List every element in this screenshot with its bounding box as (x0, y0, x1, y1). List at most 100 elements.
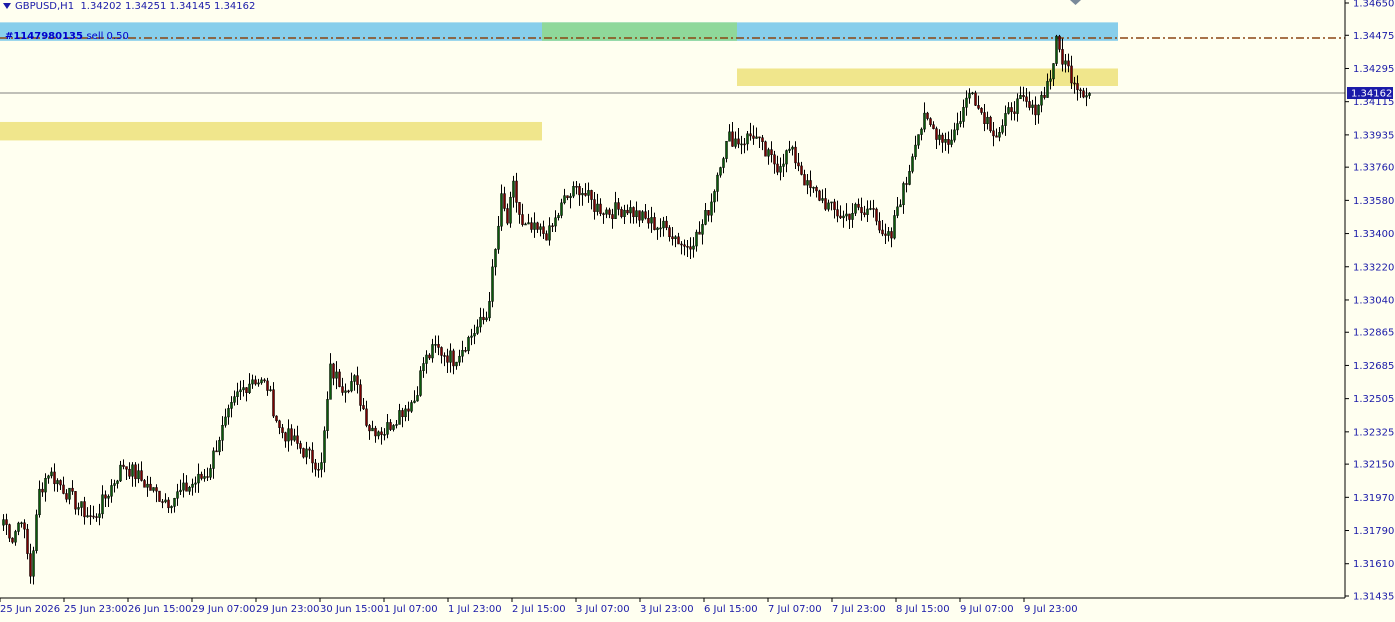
candle-body (647, 218, 650, 224)
candle-body (365, 408, 368, 426)
candle-body (674, 236, 677, 240)
x-tick-label: 30 Jun 15:00 (320, 604, 384, 615)
candle-body (725, 140, 728, 159)
candle-body (95, 516, 98, 518)
zone-yellow[interactable] (737, 68, 1118, 87)
order-label[interactable]: #1147980135 sell 0.50 (5, 31, 129, 42)
candle-body (233, 396, 236, 403)
candle-body (293, 435, 296, 441)
candle-body (74, 491, 77, 510)
candle-body (29, 553, 32, 577)
candle-body (359, 384, 362, 406)
candle-body (269, 389, 272, 391)
order-type: sell 0.50 (86, 31, 129, 42)
x-tick-label: 1 Jul 07:00 (384, 604, 438, 615)
candle-body (302, 448, 305, 458)
candle-body (551, 225, 554, 227)
price-chart[interactable]: 1.346501.344751.342951.341151.339351.337… (0, 0, 1395, 622)
candle-body (38, 488, 41, 516)
candle-body (251, 379, 254, 385)
candle-body (128, 468, 131, 477)
candle-body (404, 408, 407, 418)
candle-body (113, 483, 116, 486)
candle-body (842, 215, 845, 219)
candle-body (428, 354, 431, 359)
candle-body (266, 380, 269, 391)
chart-shift-marker-icon[interactable] (1070, 0, 1081, 5)
candle-body (371, 427, 374, 432)
candle-body (863, 212, 866, 215)
candle-body (965, 97, 968, 108)
candle-body (989, 116, 992, 132)
candle-body (1031, 104, 1034, 108)
candle-body (1076, 83, 1079, 91)
candle-body (917, 134, 920, 146)
candle-body (227, 408, 230, 418)
candle-body (683, 244, 686, 247)
dropdown-triangle-icon[interactable] (3, 3, 11, 9)
candle-body (779, 166, 782, 173)
candle-body (137, 470, 140, 480)
candle-body (455, 361, 458, 367)
zone-yellow[interactable] (0, 121, 542, 141)
candle-body (89, 515, 92, 517)
candle-body (602, 213, 605, 215)
candle-body (830, 201, 833, 204)
candle-body (803, 174, 806, 186)
y-tick-label: 1.31970 (1353, 493, 1394, 504)
candle-body (929, 118, 932, 125)
candle-body (1079, 89, 1082, 92)
candle-body (62, 484, 65, 494)
candle-body (41, 488, 44, 493)
y-tick-label: 1.32505 (1353, 394, 1394, 405)
candle-body (185, 482, 188, 492)
candle-body (599, 203, 602, 214)
candle-body (134, 464, 137, 480)
candle-body (143, 480, 146, 488)
candle-body (1034, 104, 1037, 116)
candle-body (626, 209, 629, 214)
y-tick-label: 1.33935 (1353, 130, 1394, 141)
candle-body (518, 202, 521, 215)
candle-body (746, 133, 749, 145)
candle-body (194, 482, 197, 485)
candle-body (548, 225, 551, 241)
candle-body (329, 363, 332, 400)
candle-body (296, 435, 299, 444)
candle-body (737, 138, 740, 145)
candle-body (35, 514, 38, 551)
candle-body (1028, 101, 1031, 108)
candle-body (617, 202, 620, 210)
x-tick-label: 29 Jun 23:00 (256, 604, 320, 615)
candle-body (896, 206, 899, 216)
candle-body (938, 134, 941, 140)
candle-body (341, 386, 344, 393)
candle-body (413, 400, 416, 403)
candle-body (707, 210, 710, 216)
candle-body (566, 195, 569, 198)
candle-body (809, 180, 812, 189)
candle-body (1085, 95, 1088, 98)
candle-body (14, 531, 17, 543)
candle-body (833, 201, 836, 210)
current-price-label: 1.34162 (1351, 89, 1392, 100)
candle-body (356, 375, 359, 385)
candle-body (326, 399, 329, 431)
candle-body (794, 146, 797, 164)
candle-body (1061, 49, 1064, 65)
candle-body (527, 222, 530, 225)
ohlc-values: 1.34202 1.34251 1.34145 1.34162 (80, 1, 256, 12)
candle-body (848, 213, 851, 220)
chart-window[interactable]: 1.34650 1.34475 1.34295 1.34115 1.33935 1.337… (0, 0, 1395, 622)
x-tick-label: 25 Jun 23:00 (64, 604, 128, 615)
candle-body (236, 391, 239, 397)
candle-body (632, 207, 635, 218)
candle-body (806, 180, 809, 186)
candle-body (374, 427, 377, 437)
candle-body (47, 475, 50, 479)
candle-body (824, 198, 827, 210)
candle-body (26, 528, 29, 554)
candle-body (743, 143, 746, 146)
x-tick-label: 8 Jul 15:00 (896, 604, 950, 615)
candle-body (671, 236, 674, 240)
